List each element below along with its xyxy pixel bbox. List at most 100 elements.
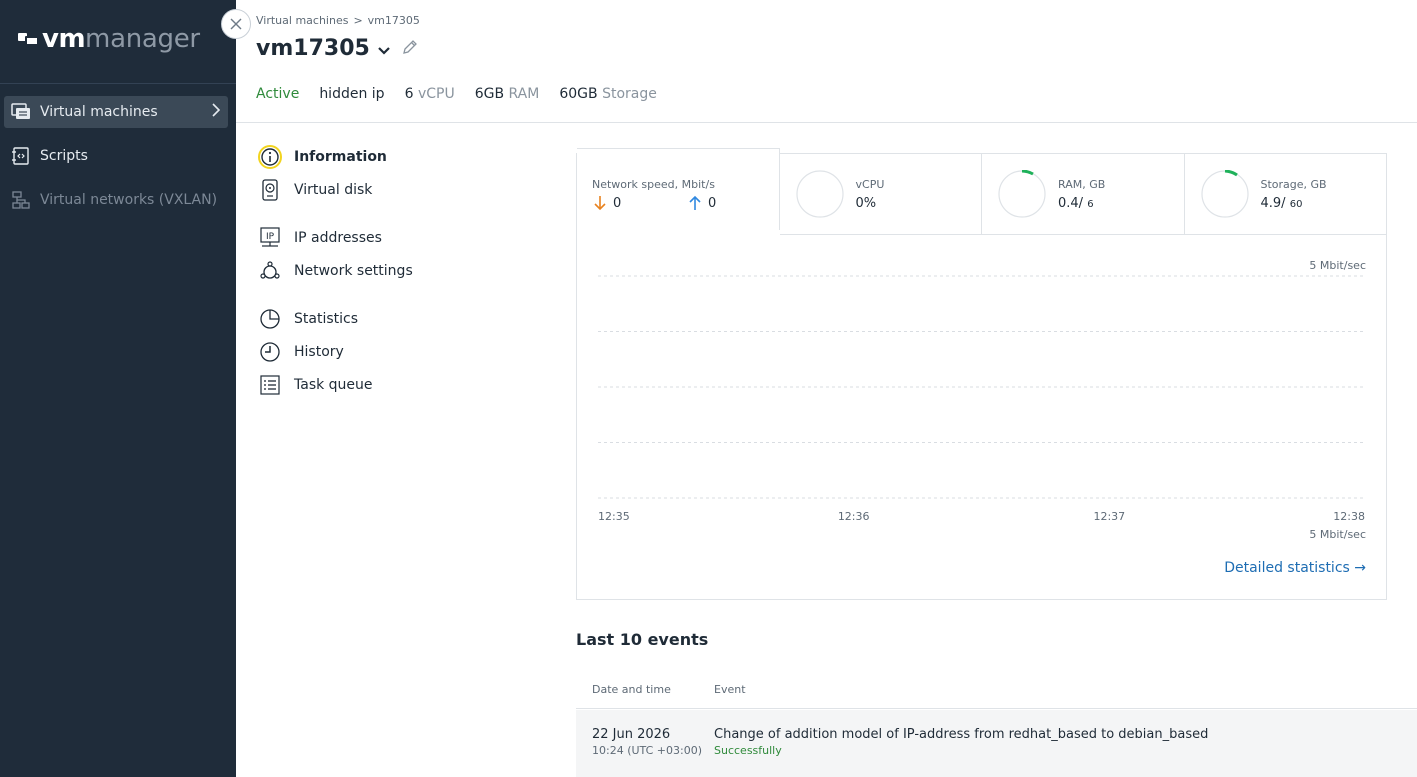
submenu-item-label: Virtual disk (294, 182, 373, 198)
list-icon (258, 373, 282, 397)
sidebar-item-virtual-networks[interactable]: Virtual networks (VXLAN) (4, 184, 228, 216)
tab-storage[interactable]: Storage, GB 4.9/ 60 (1184, 154, 1386, 235)
sidebar-nav: Virtual machines Scripts Virtual network… (4, 96, 228, 228)
vm-vcpu-value: 6 (404, 86, 414, 102)
tab-title: RAM, GB (1058, 178, 1106, 191)
sidebar: vm manager Virtual machines Scripts Virtu… (0, 0, 236, 777)
vm-summary: Active hidden ip 6 vCPU 6GB RAM 60GB Sto… (256, 86, 657, 102)
vm-vcpu-unit: vCPU (417, 86, 455, 102)
submenu-item-label: Statistics (294, 311, 358, 327)
logo-mark-icon (18, 31, 40, 47)
chart-grid (598, 275, 1365, 499)
event-status: Successfully (714, 744, 782, 757)
sidebar-item-label: Virtual networks (VXLAN) (40, 192, 218, 208)
chart-top-label: 5 Mbit/sec (1309, 259, 1366, 272)
chart-x-ticks: 12:35 12:36 12:37 12:38 (598, 510, 1365, 523)
logo[interactable]: vm manager (18, 22, 200, 56)
chevron-down-icon[interactable] (378, 40, 390, 59)
logo-text-light: manager (85, 24, 200, 54)
vm-ram-unit: RAM (508, 86, 540, 102)
sidebar-item-label: Scripts (40, 148, 88, 164)
tab-title: Storage, GB (1260, 178, 1327, 191)
tab-title: Network speed, Mbit/s (592, 178, 715, 191)
page-title: vm17305 (256, 36, 418, 61)
events-title: Last 10 events (576, 630, 709, 649)
ip-icon: IP (258, 226, 282, 250)
column-header-event: Event (714, 683, 746, 696)
chart-bottom-label: 5 Mbit/sec (1309, 528, 1366, 541)
network-icon (10, 189, 32, 211)
arrow-up-icon (689, 195, 701, 210)
vm-ip: hidden ip (319, 86, 385, 102)
disk-icon (258, 178, 282, 202)
vm-storage-value: 60GB (559, 86, 598, 102)
breadcrumb: Virtual machines > vm17305 (256, 14, 420, 27)
sidebar-item-scripts[interactable]: Scripts (4, 140, 228, 172)
submenu-item-label: Network settings (294, 263, 413, 279)
submenu-item-virtual-disk[interactable]: Virtual disk (258, 177, 538, 203)
vcpu-gauge (795, 170, 844, 218)
vm-submenu: Information Virtual disk IP IP addresses… (258, 144, 538, 405)
network-chart: 5 Mbit/sec 12:35 12:36 12:37 12:38 5 Mbit/s… (598, 259, 1366, 541)
chevron-right-icon (212, 103, 221, 121)
arrow-down-icon (594, 196, 606, 211)
submenu-item-ip-addresses[interactable]: IP IP addresses (258, 225, 538, 251)
status-badge: Active (256, 86, 300, 102)
upload-speed: 0 (688, 195, 716, 211)
vm-storage: 60GB Storage (559, 86, 657, 102)
x-tick-label: 12:38 (1333, 510, 1365, 523)
submenu-item-statistics[interactable]: Statistics (258, 306, 538, 332)
pie-chart-icon (258, 307, 282, 331)
detailed-statistics-link[interactable]: Detailed statistics → (1224, 560, 1366, 576)
edit-icon[interactable] (402, 39, 418, 59)
ram-total: 6 (1087, 199, 1094, 210)
storage-gauge (1200, 170, 1249, 218)
download-speed: 0 (593, 195, 621, 211)
breadcrumb-separator: > (353, 14, 363, 27)
upload-value: 0 (708, 195, 717, 211)
submenu-item-network-settings[interactable]: Network settings (258, 258, 538, 284)
x-tick-label: 12:37 (1093, 510, 1125, 523)
sidebar-divider (0, 83, 236, 84)
ram-gauge (998, 170, 1046, 218)
x-tick-label: 12:36 (838, 510, 870, 523)
tab-ram[interactable]: RAM, GB 0.4/ 6 (982, 154, 1185, 235)
event-time: 10:24 (UTC +03:00) (592, 744, 702, 757)
vm-ram-value: 6GB (474, 86, 505, 102)
svg-text:IP: IP (266, 232, 275, 242)
event-date: 22 Jun 2026 (592, 727, 671, 742)
table-row[interactable]: 22 Jun 2026 10:24 (UTC +03:00) Change of… (576, 710, 1417, 777)
storage-used: 4.9/ (1260, 196, 1286, 211)
stats-tabs: Network speed, Mbit/s 0 0 vCPU 0% RAM, G… (577, 148, 1386, 236)
sidebar-item-virtual-machines[interactable]: Virtual machines (4, 96, 228, 128)
submenu-item-task-queue[interactable]: Task queue (258, 372, 538, 398)
x-tick-label: 12:35 (598, 510, 630, 523)
network-settings-icon (258, 259, 282, 283)
vm-icon (10, 101, 32, 123)
vm-name: vm17305 (256, 36, 370, 61)
event-description: Change of addition model of IP-address f… (714, 727, 1209, 742)
vm-ram: 6GB RAM (475, 86, 540, 102)
storage-total: 60 (1289, 199, 1303, 210)
info-icon (258, 145, 282, 169)
vcpu-value: 0% (855, 196, 877, 211)
breadcrumb-parent[interactable]: Virtual machines (256, 14, 348, 27)
breadcrumb-current: vm17305 (367, 14, 420, 27)
storage-value: 4.9/ 60 (1261, 196, 1303, 211)
column-header-date: Date and time (592, 683, 671, 696)
logo-text-bold: vm (42, 24, 86, 54)
submenu-item-history[interactable]: History (258, 339, 538, 365)
tab-vcpu[interactable]: vCPU 0% (779, 154, 982, 235)
tab-network-speed[interactable]: Network speed, Mbit/s 0 0 (577, 148, 780, 230)
submenu-item-label: Task queue (294, 377, 373, 393)
stats-panel: Network speed, Mbit/s 0 0 vCPU 0% RAM, G… (576, 148, 1387, 600)
submenu-item-information[interactable]: Information (258, 144, 538, 170)
ram-value: 0.4/ 6 (1058, 196, 1094, 211)
close-button[interactable] (221, 9, 251, 39)
tab-title: vCPU (855, 178, 885, 191)
clock-icon (258, 340, 282, 364)
submenu-item-label: History (294, 344, 344, 360)
submenu-item-label: IP addresses (294, 230, 382, 246)
events-table-header: Date and time Event (576, 672, 1417, 709)
submenu-item-label: Information (294, 149, 387, 165)
